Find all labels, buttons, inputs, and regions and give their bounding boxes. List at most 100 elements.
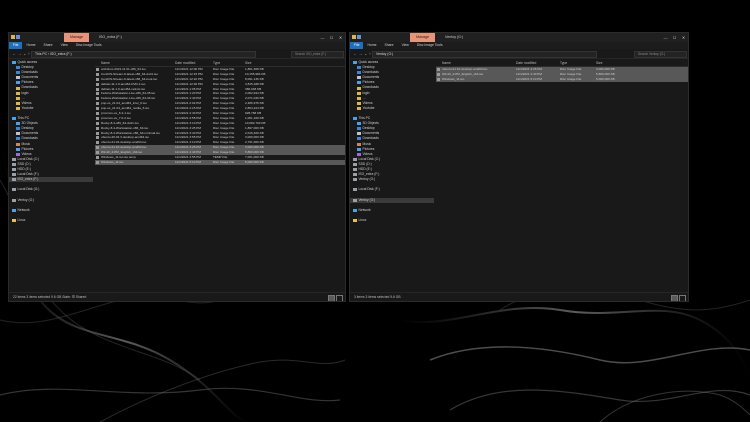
tab-view[interactable]: View (57, 42, 72, 49)
file-size: 5,000,000 KB (596, 76, 615, 81)
tab-disc-image-tools[interactable]: Disc Image Tools (72, 42, 106, 49)
status-text: 3 items 3 items selected 9.6 GB (354, 295, 401, 299)
breadcrumb-iso-extra[interactable]: ISO_extra (F:) (50, 52, 71, 56)
large-icons-view-button[interactable] (336, 294, 343, 301)
maximize-button[interactable]: ☐ (327, 33, 336, 42)
pc-icon (353, 117, 357, 121)
ribbon-tabs: File Home Share View Disc Image Tools (350, 42, 688, 49)
disc-image-icon (96, 92, 99, 96)
nav-item-label: Local Disk (F:) (358, 187, 380, 192)
folder-icon (16, 101, 20, 105)
nav-item-label: Local Disk (G:) (17, 187, 40, 192)
disc-image-icon (96, 87, 99, 91)
details-view-button[interactable] (328, 294, 335, 301)
title-bar[interactable]: Manage Ventoy (G:) — ☐ ✕ (350, 33, 688, 42)
folder-icon (357, 86, 361, 90)
disc-image-icon (96, 126, 99, 130)
drive-icon (353, 157, 357, 161)
quick-access-toolbar[interactable] (11, 35, 20, 39)
nav-item-label: Youtube (362, 105, 375, 110)
tab-file[interactable]: File (350, 42, 364, 49)
title-bar[interactable]: Manage ISO_extra (F:) — ☐ ✕ (9, 33, 345, 42)
address-bar[interactable]: Ventoy (G:) (372, 51, 597, 58)
column-header-type[interactable]: Type (213, 60, 220, 66)
download-icon (16, 71, 20, 75)
view-toggle (671, 294, 686, 301)
disc-image-icon (96, 68, 99, 71)
disc-image-icon (96, 156, 99, 160)
drive-icon (12, 157, 16, 161)
disc-image-icon (96, 151, 99, 155)
nav-buttons[interactable]: ←→⌄↑ (12, 49, 31, 58)
pictures-icon (357, 147, 361, 151)
tab-home[interactable]: Home (363, 42, 380, 49)
drive-icon (12, 198, 16, 202)
column-header-date[interactable]: Date modified (516, 60, 536, 66)
disc-image-icon (437, 77, 440, 81)
file-date: 11/1/2021 5:10 PM (175, 159, 201, 164)
window-controls: — ☐ ✕ (661, 33, 688, 42)
details-view-button[interactable] (671, 294, 678, 301)
close-button[interactable]: ✕ (679, 33, 688, 42)
folder-icon (16, 106, 20, 110)
close-button[interactable]: ✕ (336, 33, 345, 42)
file-rows: archlinux-2021.11.01-x86_64.iso 11/1/2021… (95, 67, 345, 165)
search-input[interactable]: Search Ventoy (G:) (634, 51, 687, 58)
column-header-size[interactable]: Size (596, 60, 602, 66)
download-icon (16, 137, 20, 141)
tab-view[interactable]: View (398, 42, 413, 49)
disc-image-icon (96, 112, 99, 116)
nav-item[interactable]: Linux (350, 218, 434, 223)
file-row[interactable]: Windows_11.iso 11/1/2021 5:10 PM Disc Imag… (436, 76, 688, 82)
manage-tab[interactable]: Manage (64, 33, 89, 42)
column-header-size[interactable]: Size (245, 60, 251, 66)
nav-buttons[interactable]: ←→⌄↑ (353, 49, 372, 58)
maximize-button[interactable]: ☐ (670, 33, 679, 42)
drive-icon (353, 178, 357, 182)
breadcrumb-ventoy[interactable]: Ventoy (G:) (376, 52, 393, 56)
drive-icon (353, 188, 357, 192)
tab-share[interactable]: Share (381, 42, 398, 49)
breadcrumb-this-pc[interactable]: This PC (35, 52, 47, 56)
linux-icon (353, 218, 357, 222)
column-header-type[interactable]: Type (560, 60, 567, 66)
file-row[interactable]: Windows_11.iso 11/1/2021 5:10 PM Disc Imag… (95, 159, 345, 165)
window-title: ISO_extra (F:) (99, 35, 122, 39)
large-icons-view-button[interactable] (679, 294, 686, 301)
nav-item-label: Ventoy (G:) (17, 197, 35, 202)
column-header-name[interactable]: Name (101, 60, 110, 66)
minimize-button[interactable]: — (318, 33, 327, 42)
minimize-button[interactable]: — (661, 33, 670, 42)
nav-item-label: Linux (358, 217, 367, 222)
nav-item-label: Network (17, 207, 30, 212)
column-header-date[interactable]: Date modified (175, 60, 195, 66)
search-input[interactable]: Search ISO_extra (F:) (291, 51, 344, 58)
column-header-name[interactable]: Name (442, 60, 451, 66)
tab-disc-image-tools[interactable]: Disc Image Tools (413, 42, 447, 49)
disc-image-icon (96, 146, 99, 150)
disc-image-icon (96, 136, 99, 140)
file-rows: ubuntu-21.10-desktop-amd64.iso 11/1/2021 … (436, 67, 688, 82)
disc-image-icon (96, 82, 99, 86)
folder-icon (16, 96, 20, 100)
tab-share[interactable]: Share (40, 42, 57, 49)
videos-icon (357, 152, 361, 156)
nav-item[interactable]: Linux (9, 218, 93, 223)
videos-icon (16, 152, 20, 156)
address-bar[interactable]: This PC › ISO_extra (F:) (31, 51, 256, 58)
music-icon (357, 142, 361, 146)
navigation-pane: Quick access Desktop Downloads Documents Pic… (9, 60, 93, 293)
documents-icon (357, 132, 361, 136)
file-type: Disc Image File (560, 76, 582, 81)
window-title: Ventoy (G:) (445, 35, 464, 39)
file-name: Windows_11.iso (101, 159, 124, 164)
tab-file[interactable]: File (9, 42, 23, 49)
desktop-icon (357, 66, 361, 70)
tab-home[interactable]: Home (22, 42, 39, 49)
disc-image-icon (96, 77, 99, 81)
quick-access-toolbar[interactable] (352, 35, 361, 39)
manage-tab[interactable]: Manage (410, 33, 435, 42)
